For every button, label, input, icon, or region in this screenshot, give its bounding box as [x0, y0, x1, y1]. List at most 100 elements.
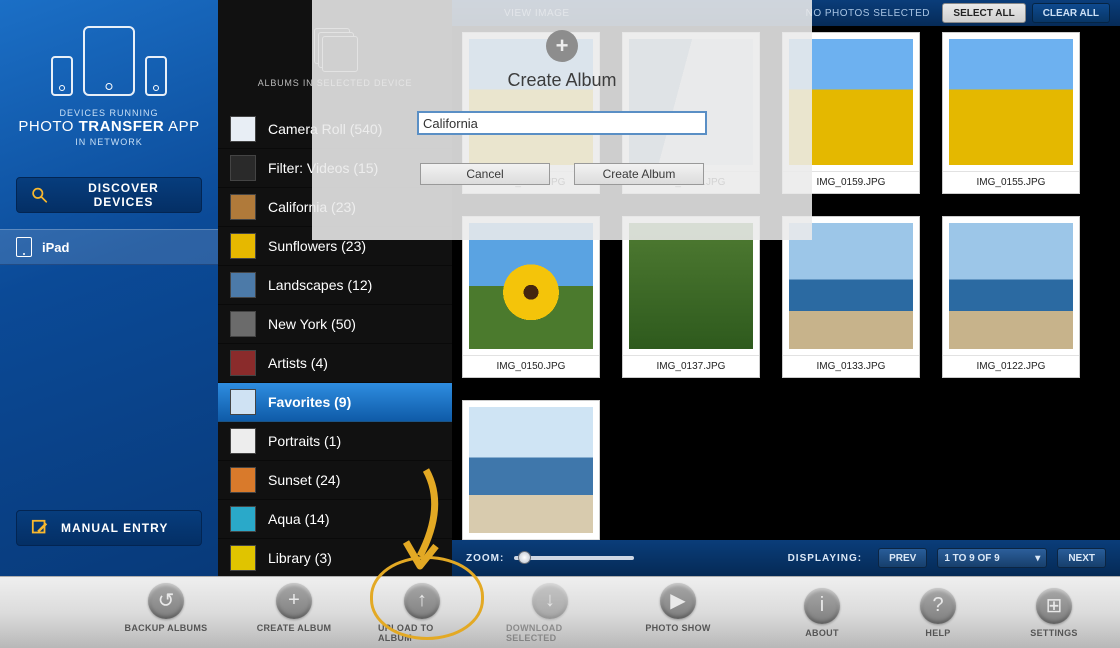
- button-label: MANUAL ENTRY: [61, 521, 168, 535]
- zoom-knob[interactable]: [518, 551, 531, 564]
- album-item[interactable]: Library (3): [218, 539, 452, 576]
- album-thumb: [230, 389, 256, 415]
- photo-card[interactable]: IMG_0137.JPG: [622, 216, 760, 378]
- album-thumb: [230, 311, 256, 337]
- album-label: Portraits (1): [268, 433, 341, 449]
- album-label: New York (50): [268, 316, 356, 332]
- device-name: iPad: [42, 240, 69, 255]
- select-all-button[interactable]: SELECT ALL: [942, 3, 1025, 23]
- photo-show-icon: ▶: [660, 583, 696, 619]
- cancel-button[interactable]: Cancel: [420, 163, 550, 185]
- next-page-button[interactable]: NEXT: [1057, 548, 1106, 568]
- album-item[interactable]: Favorites (9): [218, 383, 452, 422]
- photo-card[interactable]: IMG_0155.JPG: [942, 32, 1080, 194]
- page-range-select[interactable]: 1 TO 9 OF 9 ▾: [937, 548, 1047, 568]
- tagline: DEVICES RUNNING: [0, 108, 218, 118]
- download-selected-icon: ↓: [532, 583, 568, 619]
- album-item[interactable]: Sunset (24): [218, 461, 452, 500]
- photo-card[interactable]: IMG_0133.JPG: [782, 216, 920, 378]
- album-label: Landscapes (12): [268, 277, 372, 293]
- album-thumb: [230, 194, 256, 220]
- photo-card[interactable]: IMG_0150.JPG: [462, 216, 600, 378]
- upload-to-album-icon: ↑: [404, 583, 440, 619]
- search-icon: [31, 186, 48, 204]
- clear-all-button[interactable]: CLEAR ALL: [1032, 3, 1110, 23]
- album-thumb: [230, 350, 256, 376]
- plus-icon: +: [546, 30, 578, 62]
- create-album-button[interactable]: + CREATE ALBUM: [250, 583, 338, 643]
- photo-thumb: [629, 223, 753, 349]
- photo-caption: IMG_0150.JPG: [463, 355, 599, 377]
- album-label: Sunflowers (23): [268, 238, 366, 254]
- album-item[interactable]: New York (50): [218, 305, 452, 344]
- sidebar: DEVICES RUNNING PHOTO TRANSFER APP IN NE…: [0, 0, 218, 576]
- ipad-icon: [16, 237, 32, 257]
- backup-albums-button[interactable]: ↺BACKUP ALBUMS: [122, 583, 210, 643]
- settings-icon: ⊞: [1036, 588, 1072, 624]
- photo-show-button[interactable]: ▶ PHOTO SHOW: [634, 583, 722, 643]
- create-album-modal: + Create Album Cancel Create Album: [312, 0, 812, 240]
- tool-label: HELP: [925, 628, 950, 638]
- upload-to-album-button[interactable]: ↑ UPLOAD TO ALBUM: [378, 583, 466, 643]
- album-label: Artists (4): [268, 355, 328, 371]
- photo-caption: IMG_0133.JPG: [783, 355, 919, 377]
- page-range-value: 1 TO 9 OF 9: [944, 553, 999, 564]
- phone-icon: [51, 56, 73, 96]
- album-item[interactable]: Landscapes (12): [218, 266, 452, 305]
- chevron-down-icon: ▾: [1035, 553, 1040, 564]
- album-thumb: [230, 506, 256, 532]
- photo-thumb: [469, 223, 593, 349]
- album-item[interactable]: Portraits (1): [218, 422, 452, 461]
- download-selected-button: ↓DOWNLOAD SELECTED: [506, 583, 594, 643]
- backup-albums-icon: ↺: [148, 583, 184, 619]
- device-icons: [0, 26, 218, 96]
- edit-icon: [31, 519, 49, 537]
- album-label: Favorites (9): [268, 394, 351, 410]
- album-item[interactable]: Aqua (14): [218, 500, 452, 539]
- settings-button[interactable]: ⊞ SETTINGS: [1010, 588, 1098, 638]
- zoom-slider[interactable]: [514, 556, 634, 560]
- album-label: Library (3): [268, 550, 332, 566]
- photo-thumb: [949, 39, 1073, 165]
- zoom-label: ZOOM:: [466, 553, 504, 564]
- about-icon: i: [804, 588, 840, 624]
- displaying-label: DISPLAYING:: [788, 553, 863, 564]
- phone-icon: [145, 56, 167, 96]
- discover-devices-button[interactable]: DISCOVER DEVICES: [16, 177, 202, 213]
- photo-thumb: [469, 407, 593, 533]
- album-thumb: [230, 272, 256, 298]
- tool-label: ABOUT: [805, 628, 839, 638]
- tool-label: CREATE ALBUM: [257, 623, 332, 633]
- device-item-ipad[interactable]: iPad: [0, 229, 218, 265]
- album-thumb: [230, 467, 256, 493]
- tool-label: UPLOAD TO ALBUM: [378, 623, 466, 643]
- create-album-icon: +: [276, 583, 312, 619]
- album-thumb: [230, 545, 256, 571]
- tool-label: PHOTO SHOW: [645, 623, 710, 633]
- photo-card[interactable]: IMG_0122.JPG: [942, 216, 1080, 378]
- tool-label: SETTINGS: [1030, 628, 1077, 638]
- help-button[interactable]: ? HELP: [894, 588, 982, 638]
- app-title: PHOTO TRANSFER APP: [0, 118, 218, 135]
- manual-entry-button[interactable]: MANUAL ENTRY: [16, 510, 202, 546]
- selection-status: NO PHOTOS SELECTED: [806, 8, 930, 19]
- album-label: Aqua (14): [268, 511, 329, 527]
- bottom-toolbar: ZOOM: DISPLAYING: PREV 1 TO 9 OF 9 ▾ NEX…: [452, 540, 1120, 576]
- photo-caption: IMG_0155.JPG: [943, 171, 1079, 193]
- prev-page-button[interactable]: PREV: [878, 548, 927, 568]
- footer-toolbar: ↺BACKUP ALBUMS + CREATE ALBUM ↑ UPLOAD TO AL…: [0, 576, 1120, 648]
- photo-caption: IMG_0122.JPG: [943, 355, 1079, 377]
- about-button[interactable]: i ABOUT: [778, 588, 866, 638]
- album-thumb: [230, 155, 256, 181]
- photo-card[interactable]: IMG_0121.JPG: [462, 400, 600, 562]
- photo-thumb: [949, 223, 1073, 349]
- tagline: IN NETWORK: [0, 137, 218, 147]
- album-thumb: [230, 233, 256, 259]
- create-album-confirm-button[interactable]: Create Album: [574, 163, 704, 185]
- album-item[interactable]: Artists (4): [218, 344, 452, 383]
- app-logo: DEVICES RUNNING PHOTO TRANSFER APP IN NE…: [0, 0, 218, 161]
- button-label: DISCOVER DEVICES: [60, 181, 187, 209]
- help-icon: ?: [920, 588, 956, 624]
- album-name-input[interactable]: [417, 111, 707, 135]
- album-thumb: [230, 428, 256, 454]
